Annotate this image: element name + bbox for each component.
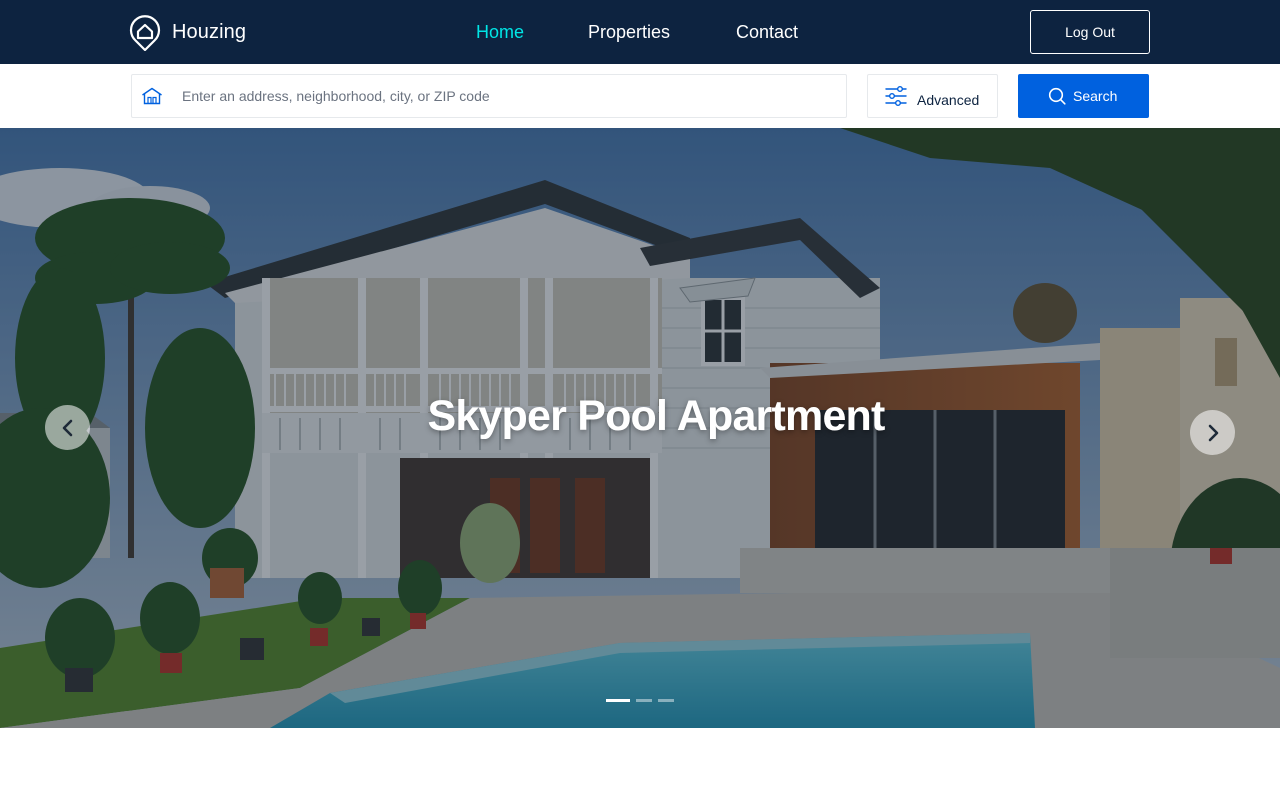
logout-button[interactable]: Log Out — [1030, 10, 1150, 54]
chevron-right-icon — [1208, 424, 1218, 441]
hero-title: Skyper Pool Apartment — [427, 392, 885, 440]
nav-link-contact[interactable]: Contact — [736, 20, 798, 44]
carousel-dot[interactable] — [636, 699, 652, 702]
brand[interactable]: Houzing — [129, 13, 246, 51]
carousel-dots — [606, 699, 674, 702]
hero-carousel: Skyper Pool Apartment — [0, 128, 1280, 728]
search-icon — [1048, 87, 1066, 105]
nav-link-properties[interactable]: Properties — [588, 20, 670, 44]
search-button[interactable]: Search — [1018, 74, 1149, 118]
carousel-next-button[interactable] — [1190, 410, 1235, 455]
advanced-button[interactable]: Advanced — [867, 74, 998, 118]
nav-link-home[interactable]: Home — [476, 20, 524, 44]
house-icon — [142, 87, 162, 105]
sliders-icon — [885, 86, 907, 106]
house-pin-icon — [129, 15, 161, 51]
search-field — [131, 74, 847, 118]
carousel-dot[interactable] — [658, 699, 674, 702]
brand-name: Houzing — [172, 20, 247, 43]
search-input[interactable] — [172, 75, 832, 117]
chevron-left-icon — [62, 419, 72, 436]
search-button-label: Search — [1073, 88, 1118, 104]
advanced-label: Advanced — [917, 92, 980, 108]
carousel-prev-button[interactable] — [45, 405, 90, 450]
navbar: Houzing Home Properties Contact Log Out — [0, 0, 1280, 64]
carousel-dot[interactable] — [606, 699, 630, 702]
search-bar: Advanced Search — [0, 64, 1280, 128]
